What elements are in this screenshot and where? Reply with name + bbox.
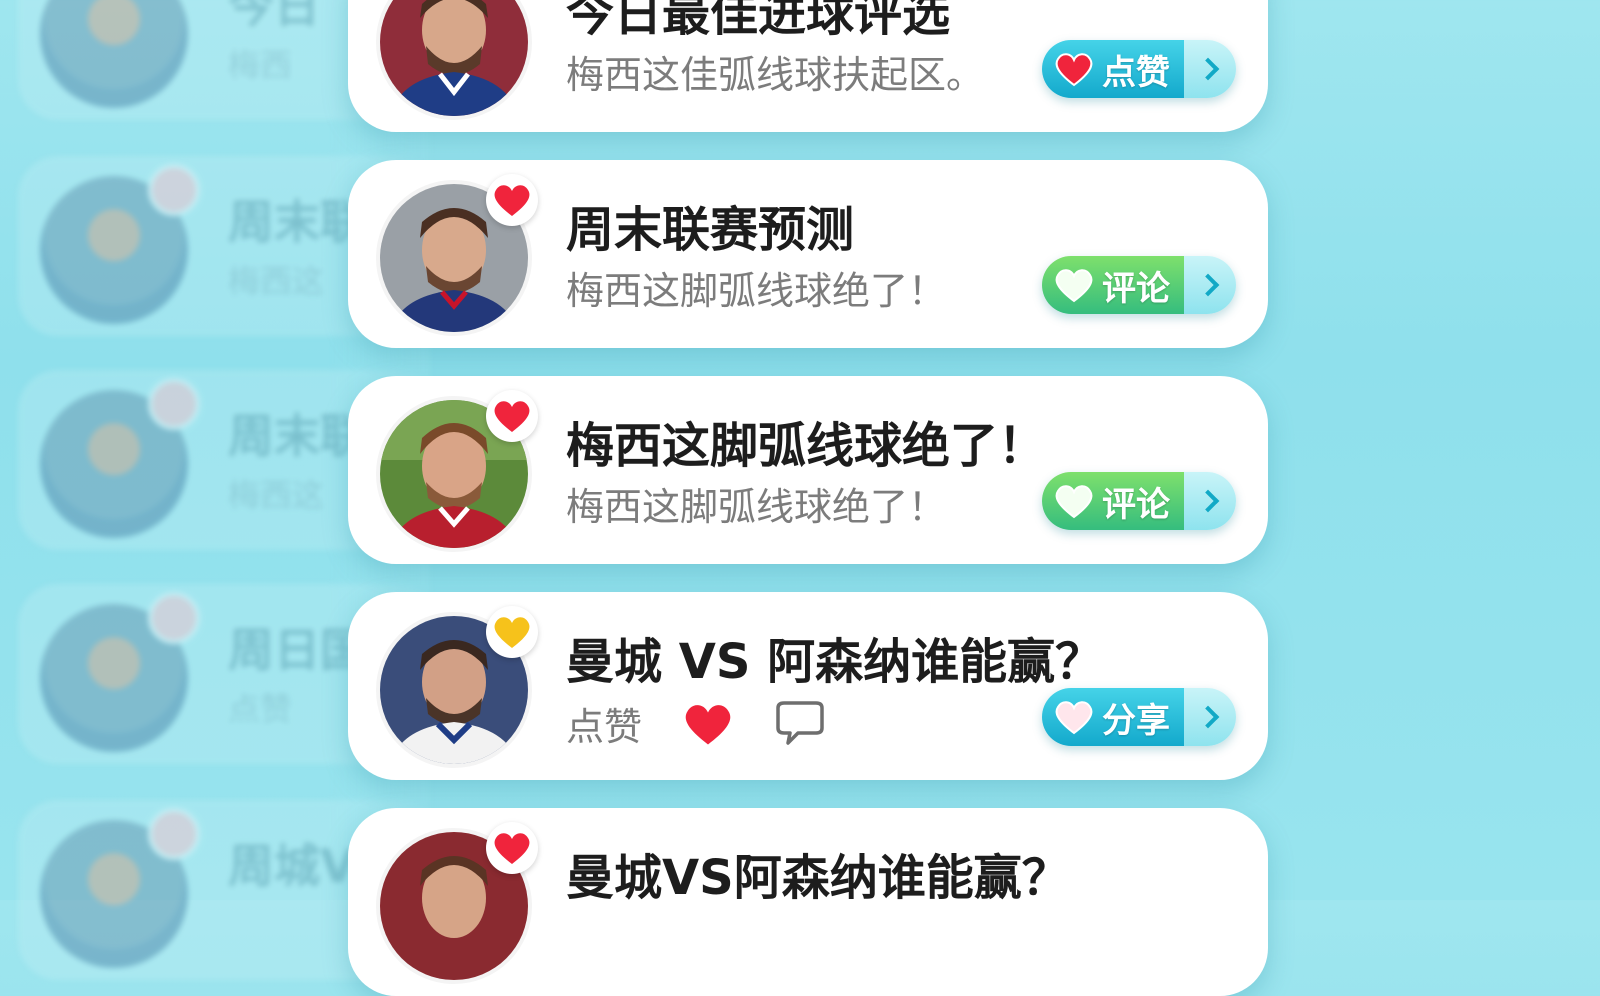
heart-icon <box>148 808 200 860</box>
heart-badge-icon <box>486 606 538 658</box>
button-label: 点赞 <box>1102 52 1170 93</box>
avatar <box>40 0 188 108</box>
heart-badge-icon <box>486 822 538 874</box>
heart-outline-icon <box>1052 479 1096 523</box>
heart-outline-icon <box>1052 695 1096 739</box>
ghost-subtitle: 梅西这 <box>228 262 325 300</box>
chevron-right-icon <box>1196 57 1220 81</box>
ghost-subtitle: 梅西 <box>228 46 293 84</box>
heart-icon <box>1052 47 1096 91</box>
heart-icon <box>148 164 200 216</box>
ghost-subtitle: 梅西这 <box>228 476 325 514</box>
comment-button[interactable]: 评论 <box>1042 472 1236 530</box>
like-label: 点赞 <box>566 705 643 749</box>
button-label: 评论 <box>1102 268 1170 309</box>
avatar[interactable] <box>376 0 532 120</box>
card-title: 曼城 VS 阿森纳谁能赢？ <box>566 634 1104 690</box>
ghost-title: 今日 <box>228 0 320 33</box>
button-label: 分享 <box>1102 700 1170 741</box>
heart-badge-icon <box>486 390 538 442</box>
chevron-right-icon <box>1196 273 1220 297</box>
comment-button[interactable]: 评论 <box>1042 256 1236 314</box>
card-title: 周末联赛预测 <box>566 202 855 258</box>
card-subtitle: 梅西这脚弧线球绝了！ <box>566 485 947 529</box>
heart-icon[interactable] <box>682 701 734 747</box>
feed-card[interactable]: 周末联赛预测 梅西这脚弧线球绝了！ 评论 <box>348 160 1268 348</box>
chevron-right-icon <box>1196 489 1220 513</box>
card-actions: 点赞 <box>566 696 828 751</box>
card-title: 梅西这脚弧线球绝了！ <box>566 418 1047 474</box>
heart-outline-icon <box>1052 263 1096 307</box>
card-title: 曼城VS阿森纳谁能赢？ <box>566 850 1070 906</box>
heart-badge-icon <box>486 174 538 226</box>
share-button[interactable]: 分享 <box>1042 688 1236 746</box>
card-title: 今日最佳进球评选 <box>566 0 951 42</box>
comment-bubble-icon[interactable] <box>772 700 828 748</box>
heart-icon <box>148 378 200 430</box>
card-subtitle: 梅西这佳弧线球扶起区。 <box>566 53 985 97</box>
card-subtitle: 梅西这脚弧线球绝了！ <box>566 269 947 313</box>
button-label: 评论 <box>1102 484 1170 525</box>
feed-card[interactable]: 今日最佳进球评选 梅西这佳弧线球扶起区。 点赞 <box>348 0 1268 132</box>
ghost-subtitle: 点赞 <box>228 690 293 728</box>
like-button[interactable]: 点赞 <box>1042 40 1236 98</box>
feed-card[interactable]: 曼城 VS 阿森纳谁能赢？ 点赞 分享 <box>348 592 1268 780</box>
heart-icon <box>148 592 200 644</box>
feed-card[interactable]: 曼城VS阿森纳谁能赢？ <box>348 808 1268 996</box>
chevron-right-icon <box>1196 705 1220 729</box>
feed-card[interactable]: 梅西这脚弧线球绝了！ 梅西这脚弧线球绝了！ 评论 <box>348 376 1268 564</box>
